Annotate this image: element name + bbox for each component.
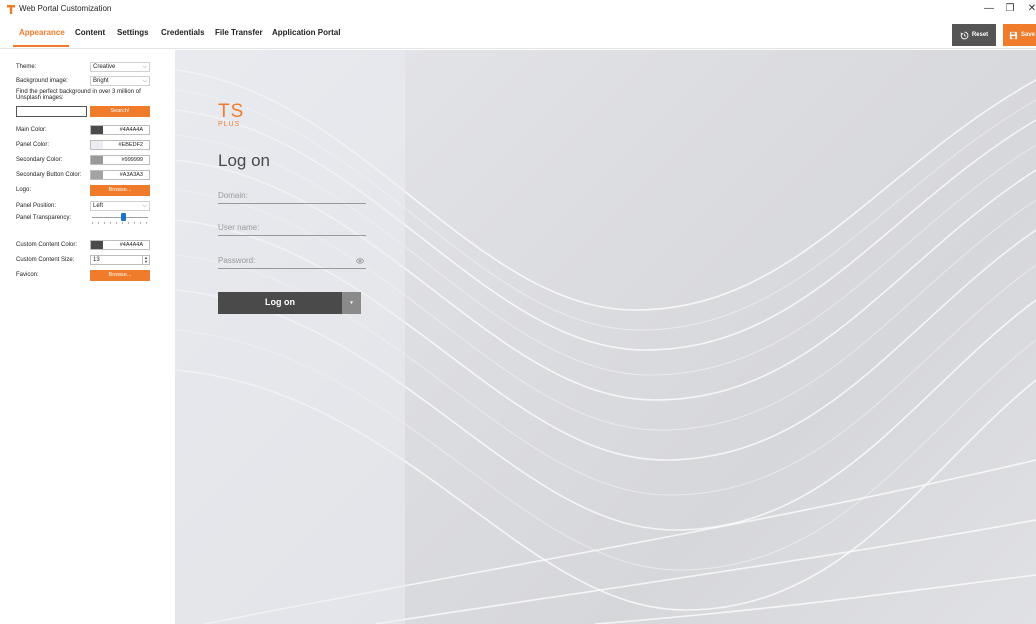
secondary-color-swatch	[91, 156, 103, 164]
logon-dropdown-icon[interactable]: ▾	[342, 292, 361, 314]
logon-button-label: Log on	[265, 297, 295, 307]
tab-appearance[interactable]: Appearance	[19, 28, 65, 37]
secondary-button-color-swatch	[91, 171, 103, 179]
panel-position-select[interactable]: Left ⌵	[90, 201, 150, 211]
tab-file-transfer[interactable]: File Transfer	[215, 28, 263, 37]
logon-title: Log on	[218, 151, 270, 170]
panel-color-field[interactable]: #EBEDF2	[90, 140, 150, 150]
custom-content-size-label: Custom Content Size:	[16, 257, 75, 263]
custom-content-color-label: Custom Content Color:	[16, 242, 78, 248]
custom-content-size-input[interactable]: 13 ▲ ▼	[90, 255, 150, 265]
domain-field[interactable]: Domain:	[218, 189, 366, 204]
theme-select[interactable]: Creative ⌵	[90, 62, 150, 72]
window-title: Web Portal Customization	[19, 4, 112, 13]
username-field[interactable]: User name:	[218, 221, 366, 236]
panel-position-label: Panel Position:	[16, 203, 57, 209]
minimize-button[interactable]: —	[981, 2, 997, 16]
custom-content-size-value: 13	[93, 257, 100, 263]
background-image-select[interactable]: Bright ⌵	[90, 76, 150, 86]
reset-icon	[960, 31, 969, 39]
settings-panel	[0, 50, 175, 624]
unsplash-hint: Find the perfect background in over 3 mi…	[16, 89, 141, 101]
password-field[interactable]: Password:	[218, 254, 366, 269]
save-icon	[1009, 31, 1018, 39]
logo-ts: TS	[218, 101, 245, 122]
panel-color-value: #EBEDF2	[118, 142, 143, 148]
chevron-down-icon: ⌵	[142, 78, 147, 84]
chevron-down-icon: ⌵	[142, 203, 147, 209]
portal-preview: TS PLUS Log on Domain: User name: Passwo…	[175, 50, 1036, 624]
ts-plus-logo: TS PLUS	[218, 101, 245, 129]
logo-browse-button[interactable]: Browse...	[90, 185, 150, 196]
logo-label: Logo:	[16, 187, 32, 193]
theme-label: Theme:	[16, 64, 37, 70]
panel-transparency-slider[interactable]	[121, 213, 126, 221]
logon-button[interactable]: Log on ▾	[218, 292, 361, 314]
background-image-value: Bright	[93, 78, 109, 84]
close-button[interactable]: ✕	[1024, 2, 1036, 16]
unsplash-search-button[interactable]: Search!	[90, 106, 150, 117]
favicon-browse-button[interactable]: Browse...	[90, 270, 150, 281]
main-color-value: #4A4A4A	[119, 127, 143, 133]
reset-button[interactable]: Reset	[952, 24, 996, 46]
tab-settings[interactable]: Settings	[117, 28, 149, 37]
reset-label: Reset	[971, 32, 989, 38]
eye-icon[interactable]	[356, 257, 364, 265]
custom-content-color-field[interactable]: #4A4A4A	[90, 240, 150, 250]
title-bar: Web Portal Customization — ❐ ✕	[0, 0, 1036, 19]
save-button[interactable]: Save	[1003, 24, 1036, 46]
secondary-button-color-field[interactable]: #A3A3A3	[90, 170, 150, 180]
theme-value: Creative	[93, 64, 116, 70]
password-placeholder: Password:	[218, 256, 256, 265]
panel-color-swatch	[91, 141, 103, 149]
panel-transparency-label: Panel Transparency:	[16, 215, 72, 221]
tab-application-portal[interactable]: Application Portal	[272, 28, 340, 37]
main-color-swatch	[91, 126, 103, 134]
tab-bar: Appearance Content Settings Credentials …	[0, 19, 1036, 49]
secondary-button-color-label: Secondary Button Color:	[16, 172, 82, 178]
panel-transparency-track	[92, 217, 148, 218]
tab-content[interactable]: Content	[75, 28, 105, 37]
secondary-color-field[interactable]: #999999	[90, 155, 150, 165]
app-logo-icon	[7, 5, 15, 14]
unsplash-search-input[interactable]	[16, 106, 87, 117]
active-tab-indicator	[13, 45, 69, 47]
secondary-color-value: #999999	[121, 157, 143, 163]
spinner-icon[interactable]: ▲ ▼	[142, 256, 149, 264]
main-color-field[interactable]: #4A4A4A	[90, 125, 150, 135]
background-image-label: Background image:	[16, 78, 68, 84]
secondary-button-color-value: #A3A3A3	[119, 172, 143, 178]
custom-content-color-swatch	[91, 241, 103, 249]
custom-content-color-value: #4A4A4A	[119, 242, 143, 248]
secondary-color-label: Secondary Color:	[16, 157, 63, 163]
save-label: Save	[1021, 32, 1036, 38]
chevron-down-icon: ⌵	[142, 64, 147, 70]
restore-button[interactable]: ❐	[1002, 2, 1018, 16]
panel-transparency-ticks	[92, 222, 148, 224]
favicon-label: Favicon:	[16, 272, 39, 278]
login-panel: TS PLUS Log on Domain: User name: Passwo…	[175, 50, 405, 624]
logo-plus: PLUS	[218, 121, 241, 128]
panel-color-label: Panel Color:	[16, 142, 50, 148]
main-color-label: Main Color:	[16, 127, 47, 133]
tab-credentials[interactable]: Credentials	[161, 28, 205, 37]
panel-position-value: Left	[93, 203, 104, 209]
